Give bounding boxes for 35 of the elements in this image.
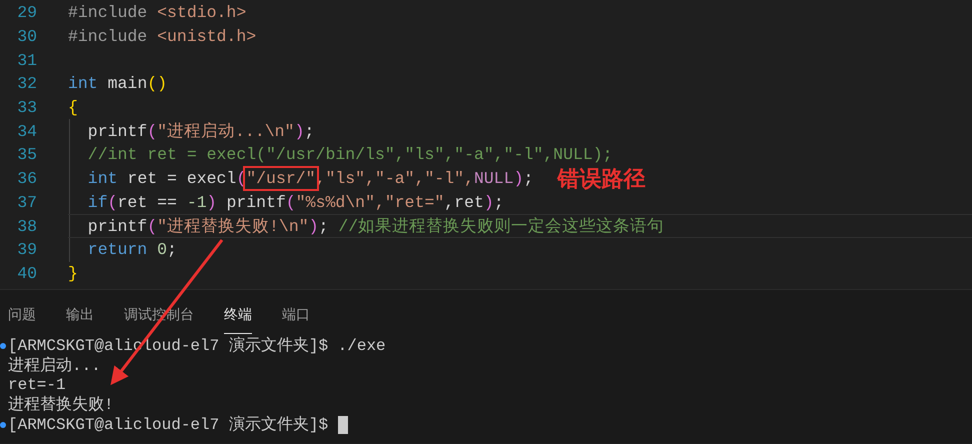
panel-tab[interactable]: 问题 <box>8 290 36 334</box>
code-line: int main() <box>68 74 168 94</box>
annotation-label: 错误路径 <box>557 166 646 194</box>
code-line: return 0; <box>86 240 177 260</box>
code-line: printf("进程替换失败!\n"); //如果进程替换失败则一定会这些这条语句 <box>86 216 664 238</box>
line-number: 40 <box>16 264 38 283</box>
line-number: 33 <box>16 98 38 118</box>
line-number: 34 <box>16 122 38 141</box>
line-number: 37 <box>16 192 38 212</box>
code-line: if(ret == -1) printf("%s%d\n","ret=",ret); <box>86 192 504 212</box>
code-line: #include <unistd.h> <box>68 27 256 46</box>
command-marker-icon <box>0 422 6 428</box>
line-number: 32 <box>16 74 38 94</box>
line-number: 30 <box>16 27 38 46</box>
line-number: 31 <box>16 50 38 70</box>
command-marker-icon <box>0 342 6 349</box>
line-number: 36 <box>16 169 38 188</box>
code-line: //int ret = execl("/usr/bin/ls","ls","-a","-l",NULL); <box>86 145 613 164</box>
panel-tab[interactable]: 输出 <box>66 290 94 334</box>
panel-tab[interactable]: 终端 <box>224 290 252 334</box>
terminal-line: [ARMCSKGT@alicloud-el7 演示文件夹]$ <box>8 414 330 436</box>
terminal-line: 进程启动... <box>8 356 101 376</box>
line-number: 29 <box>16 3 38 22</box>
code-line: printf("进程启动...\n"); <box>86 121 314 142</box>
code-line: } <box>68 264 78 283</box>
code-line: { <box>68 98 78 118</box>
terminal-cursor <box>338 416 348 434</box>
code-line: #include <stdio.h> <box>68 3 246 22</box>
terminal-line: 进程替换失败! <box>8 394 114 416</box>
code-line: int ret = execl("/usr/","ls","-a","-l",NULL); <box>68 169 534 188</box>
line-number: 38 <box>16 216 38 236</box>
line-number: 39 <box>16 240 38 260</box>
terminal-line: ret=-1 <box>8 376 66 394</box>
line-number: 35 <box>16 145 38 164</box>
panel-tab[interactable]: 端口 <box>282 290 310 334</box>
